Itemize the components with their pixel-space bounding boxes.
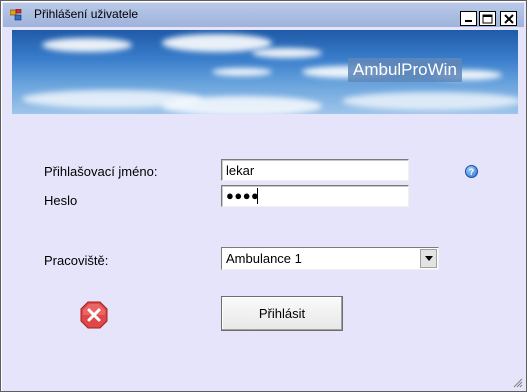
login-window: Přihlášení uživatele AmbulProWin Přihlaš… bbox=[0, 0, 527, 392]
dropdown-arrow-button[interactable] bbox=[420, 249, 437, 268]
password-input[interactable]: ●●●● bbox=[221, 185, 409, 207]
window-title: Přihlášení uživatele bbox=[34, 7, 139, 21]
password-label: Heslo bbox=[44, 193, 78, 208]
maximize-button[interactable] bbox=[479, 11, 496, 26]
title-bar[interactable]: Přihlášení uživatele bbox=[3, 3, 524, 27]
workplace-label: Pracoviště: bbox=[44, 253, 109, 268]
minimize-icon bbox=[465, 20, 472, 22]
maximize-icon bbox=[482, 14, 493, 23]
minimize-button[interactable] bbox=[460, 11, 477, 26]
app-window-icon bbox=[10, 9, 22, 21]
chevron-down-icon bbox=[424, 256, 433, 261]
resize-grip-icon[interactable] bbox=[511, 376, 523, 388]
text-caret bbox=[257, 188, 258, 204]
username-input[interactable] bbox=[221, 159, 409, 181]
workplace-select[interactable]: Ambulance 1 bbox=[221, 247, 439, 270]
cancel-icon[interactable] bbox=[80, 301, 108, 329]
close-button[interactable] bbox=[500, 11, 517, 26]
sky-banner: AmbulProWin bbox=[12, 30, 518, 114]
close-icon bbox=[503, 13, 514, 24]
help-icon[interactable]: ? bbox=[465, 165, 478, 178]
workplace-selected-value: Ambulance 1 bbox=[226, 251, 302, 266]
username-label: Přihlašovací jméno: bbox=[44, 164, 158, 179]
brand-label: AmbulProWin bbox=[348, 58, 462, 82]
login-button[interactable]: Přihlásit bbox=[221, 296, 343, 331]
